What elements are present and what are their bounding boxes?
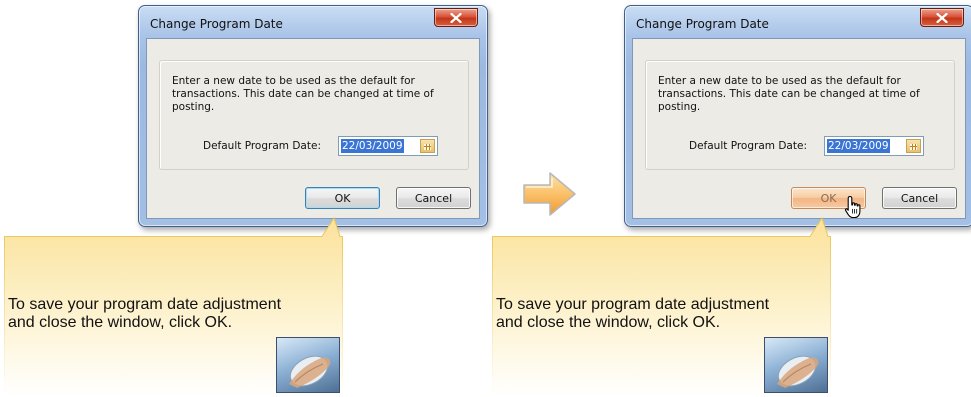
- dialog-description: Enter a new date to be used as the defau…: [172, 75, 434, 113]
- dialog-title: Change Program Date: [636, 17, 769, 31]
- dialog-description: Enter a new date to be used as the defau…: [658, 75, 920, 113]
- dialog-title: Change Program Date: [150, 17, 283, 31]
- cancel-button[interactable]: Cancel: [882, 187, 957, 209]
- dialog-titlebar: Change Program Date: [139, 6, 487, 38]
- ok-button[interactable]: OK: [305, 187, 380, 209]
- mouse-hand-icon: [276, 337, 340, 393]
- callout-instruction-text: To save your program date adjustment and…: [8, 296, 338, 332]
- right-arrow-icon: [523, 172, 576, 216]
- instruction-callout-left: To save your program date adjustment and…: [4, 216, 343, 397]
- close-x-icon: [450, 12, 462, 23]
- date-group-box: Enter a new date to be used as the defau…: [645, 60, 955, 170]
- calendar-icon[interactable]: [419, 139, 435, 153]
- date-group-box: Enter a new date to be used as the defau…: [159, 60, 469, 170]
- close-button[interactable]: [434, 8, 478, 27]
- callout-line-1: To save your program date adjustment: [8, 296, 282, 313]
- dialog-client-area: Enter a new date to be used as the defau…: [146, 38, 480, 219]
- default-program-date-field[interactable]: 22/03/2009: [337, 136, 438, 156]
- change-program-date-dialog-after: Change Program Date Enter a new date to …: [624, 5, 971, 227]
- cancel-button[interactable]: Cancel: [396, 187, 471, 209]
- default-program-date-label: Default Program Date:: [203, 140, 321, 152]
- callout-line-2: and close the window, click OK.: [496, 314, 721, 331]
- date-value-selected: 22/03/2009: [826, 139, 890, 153]
- default-program-date-label: Default Program Date:: [689, 140, 807, 152]
- close-button[interactable]: [920, 8, 964, 27]
- date-row: Default Program Date: 22/03/2009: [203, 135, 438, 157]
- hand-pointer-icon: [844, 195, 861, 219]
- instruction-callout-right: To save your program date adjustment and…: [492, 216, 831, 397]
- callout-line-2: and close the window, click OK.: [8, 314, 233, 331]
- callout-instruction-text: To save your program date adjustment and…: [496, 296, 826, 332]
- close-x-icon: [936, 12, 948, 23]
- dialog-titlebar: Change Program Date: [625, 6, 971, 38]
- calendar-icon[interactable]: [905, 139, 921, 153]
- date-row: Default Program Date: 22/03/2009: [689, 135, 924, 157]
- date-value-selected: 22/03/2009: [340, 139, 404, 153]
- callout-line-1: To save your program date adjustment: [496, 296, 770, 313]
- dialog-client-area: Enter a new date to be used as the defau…: [632, 38, 966, 219]
- change-program-date-dialog-before: Change Program Date Enter a new date to …: [138, 5, 488, 227]
- tutorial-scene: Change Program Date Enter a new date to …: [0, 0, 971, 397]
- mouse-hand-icon: [764, 337, 828, 393]
- default-program-date-field[interactable]: 22/03/2009: [823, 136, 924, 156]
